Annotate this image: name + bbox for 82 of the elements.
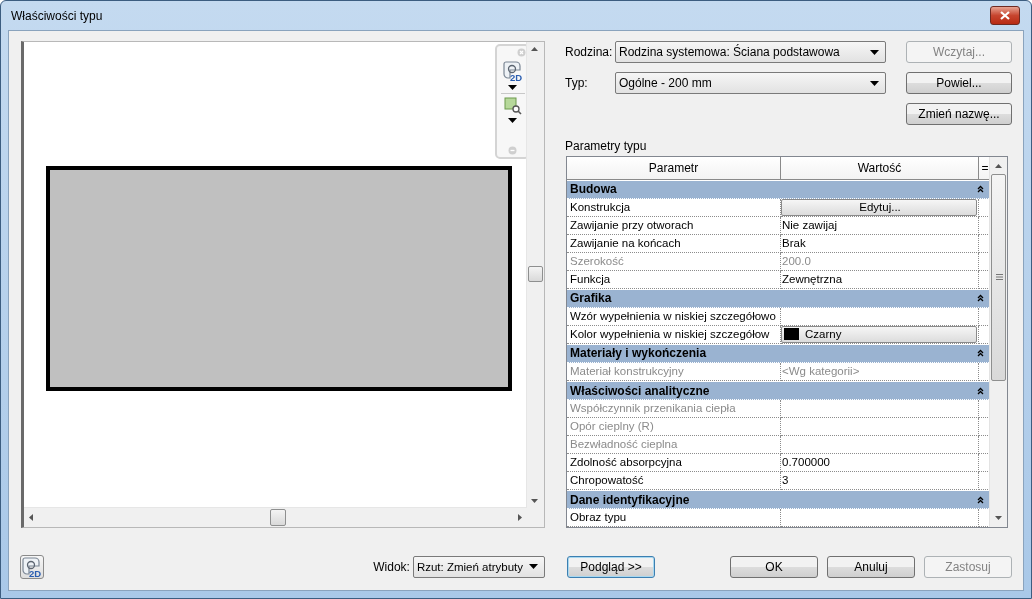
group-header[interactable]: Grafika (567, 289, 990, 308)
parameter-value: 0.700000 (782, 456, 830, 468)
parameter-name: Szerokość (570, 254, 624, 267)
empty-cell[interactable] (781, 418, 979, 436)
horizontal-scrollbar[interactable] (24, 507, 527, 527)
close-button[interactable] (990, 6, 1020, 25)
parameter-name: Zawijanie na końcach (570, 236, 681, 249)
parameter-value: 200.0 (782, 254, 811, 267)
side-button[interactable]: Zmień nazwę... (906, 103, 1012, 125)
parameter-value: <Wg kategorii> (782, 365, 860, 377)
collapse-icon[interactable] (977, 349, 985, 358)
type-dropdown[interactable]: Ogólne - 200 mm (615, 72, 886, 94)
collapse-icon[interactable] (977, 185, 985, 194)
group-header[interactable]: Właściwości analityczne (567, 382, 990, 400)
dialog-button[interactable]: Anuluj (827, 555, 915, 578)
zoom-icon[interactable] (503, 97, 522, 115)
window-title: Właściwości typu (11, 8, 104, 23)
group-title: Grafika (570, 291, 612, 306)
section-title: Parametry typu (565, 138, 648, 155)
collapse-icon[interactable] (977, 495, 985, 504)
collapse-icon[interactable] (977, 386, 985, 395)
dropdown-arrow-icon (508, 85, 517, 90)
dropdown-arrow-icon (870, 49, 879, 55)
dropdown-arrow-icon (870, 80, 879, 86)
view-wheel-button[interactable]: 2D (20, 554, 44, 579)
scroll-up-arrow-icon[interactable] (531, 47, 538, 51)
vertical-scrollbar[interactable] (526, 42, 544, 508)
empty-cell[interactable] (781, 308, 979, 326)
parameter-name: Kolor wypełnienia w niskiej szczegółow (570, 328, 770, 340)
view-wheel-icon: 2D (501, 60, 524, 82)
dropdown-arrow-icon (508, 118, 517, 123)
group-title: Dane identyfikacyjne (570, 492, 690, 507)
dropdown-arrow-icon (529, 564, 538, 569)
color-swatch (784, 328, 799, 341)
parameter-value: Nie zawijaj (782, 218, 837, 231)
parameter-name: Bezwładność cieplna (570, 438, 678, 450)
column-header[interactable]: Parametr (567, 156, 781, 180)
empty-cell[interactable] (781, 509, 979, 527)
vertical-scrollbar[interactable] (989, 156, 1007, 527)
grip-icon (996, 273, 1004, 280)
color-button[interactable]: Czarny (781, 326, 977, 343)
scroll-down-arrow-icon[interactable] (531, 499, 538, 503)
parameter-value: Brak (782, 236, 806, 249)
parameter-name: Opór cieplny (R) (570, 420, 654, 432)
parameter-name: Konstrukcja (570, 200, 631, 213)
group-title: Budowa (570, 182, 617, 197)
scroll-down-arrow-icon[interactable] (995, 516, 1003, 520)
close-icon (1000, 11, 1010, 20)
view-dropdown[interactable]: Rzut: Zmień atrybuty (412, 555, 545, 578)
parameter-name: Obraz typu (570, 511, 627, 524)
scroll-right-arrow-icon[interactable] (518, 514, 522, 521)
group-header[interactable]: Dane identyfikacyjne (567, 491, 990, 510)
group-header[interactable]: Materiały i wykończenia (567, 345, 990, 363)
column-header[interactable]: Wartość (781, 156, 979, 180)
group-title: Materiały i wykończenia (570, 346, 707, 361)
parameter-name: Współczynnik przenikania ciepła (570, 402, 736, 414)
parameter-name: Materiał konstrukcyjny (570, 365, 684, 377)
dialog-button[interactable]: OK (730, 555, 818, 578)
group-title: Właściwości analityczne (570, 383, 710, 398)
family-dropdown[interactable]: Rodzina systemowa: Ściana podstawowa (615, 41, 886, 63)
collapse-icon[interactable] (977, 294, 985, 303)
parameter-value: Zewnętrzna (782, 272, 843, 285)
preview-canvas[interactable]: 2D (21, 41, 545, 528)
parameter-name: Funkcja (570, 272, 611, 285)
field-label: Widok: (373, 559, 410, 574)
empty-cell[interactable] (781, 436, 979, 454)
scrollbar-thumb[interactable] (991, 173, 1007, 381)
parameter-name: Wzór wypełnienia w niskiej szczegółowo (570, 310, 776, 322)
group-header[interactable]: Budowa (567, 180, 990, 199)
empty-cell[interactable] (781, 400, 979, 418)
field-label: Rodzina: (565, 45, 614, 59)
parameter-name: Zdolność absorpcyjna (570, 456, 682, 468)
parameter-name: Zawijanie przy otworach (570, 218, 694, 231)
scrollbar-thumb[interactable] (528, 266, 543, 282)
parameter-name: Chropowatość (570, 474, 644, 486)
side-button[interactable]: Powiel... (906, 72, 1012, 94)
preview-button[interactable]: Podgląd >> (567, 555, 655, 578)
scroll-up-arrow-icon[interactable] (995, 163, 1003, 168)
parameter-value: 3 (782, 474, 789, 486)
scrollbar-thumb[interactable] (270, 509, 286, 526)
scroll-left-arrow-icon[interactable] (29, 514, 33, 521)
field-label: Typ: (565, 76, 589, 90)
